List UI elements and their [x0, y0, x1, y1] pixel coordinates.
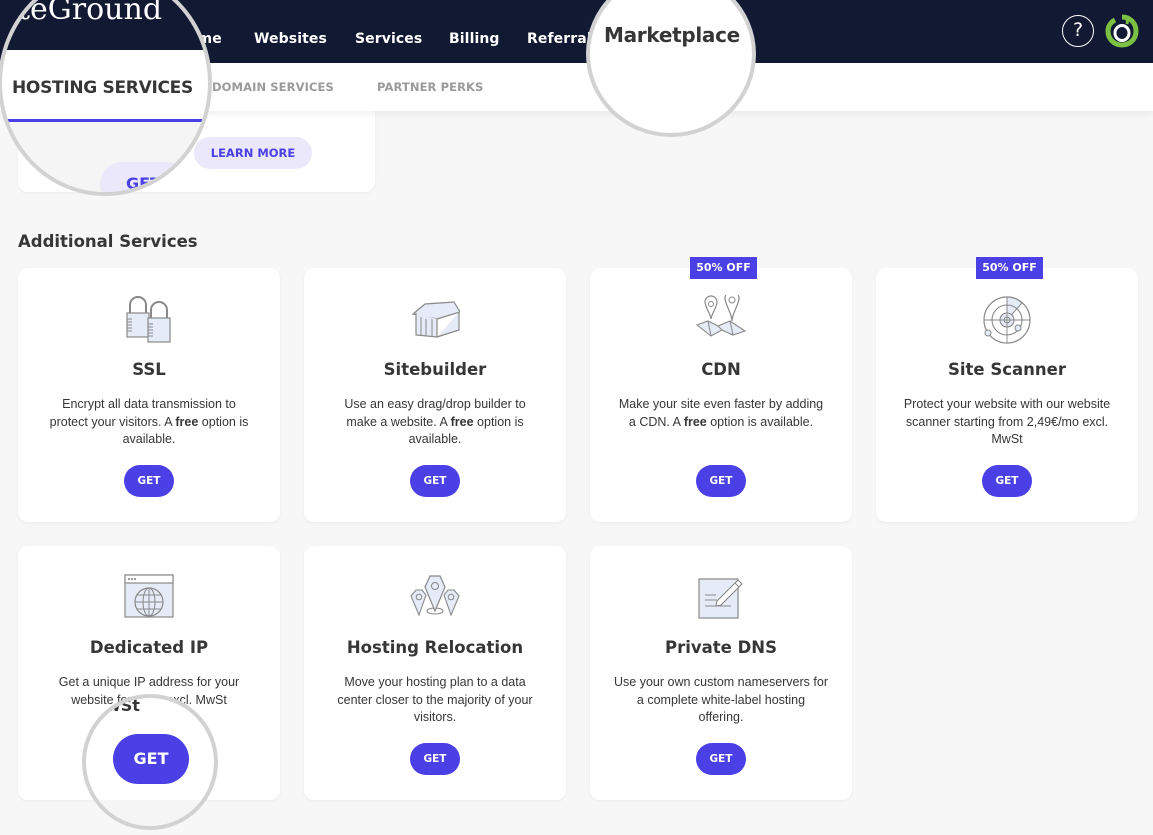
magnified-get-dedicated-ip-button[interactable]: GET [113, 734, 189, 784]
discount-badge: 50% OFF [976, 257, 1043, 279]
get-site-scanner-button[interactable]: GET [982, 465, 1032, 497]
service-description: Encrypt all data transmission to protect… [49, 397, 249, 446]
service-card-cdn: 50% OFF CDN Make your site even faster b… [590, 257, 852, 522]
nav-item-websites[interactable]: Websites [254, 31, 327, 47]
browser-globe-icon [124, 574, 174, 618]
service-card-sitebuilder: Sitebuilder Use an easy drag/drop builde… [304, 268, 566, 522]
get-cdn-button[interactable]: GET [696, 465, 746, 497]
nav-item-billing[interactable]: Billing [449, 31, 500, 47]
service-title: Sitebuilder [383, 360, 487, 379]
magnifier-overlay-dedicated-get: MwSt GET [82, 694, 218, 830]
siteground-logo-icon[interactable] [1105, 14, 1139, 48]
magnified-page-bg [86, 800, 214, 826]
location-pins-icon [410, 575, 460, 617]
service-card-ssl: SSL Encrypt all data transmission to pro… [18, 268, 280, 522]
nav-item-marketplace[interactable]: Marketplace [604, 23, 740, 47]
magnified-logo: teGround [18, 0, 163, 27]
discount-badge: 50% OFF [690, 257, 757, 279]
nav-item-services[interactable]: Services [355, 31, 422, 47]
padlocks-icon [126, 296, 171, 343]
service-description: Make your site even faster by adding a C… [618, 397, 824, 429]
service-description: Use an easy drag/drop builder to make a … [344, 397, 526, 446]
tab-partner-perks[interactable]: PARTNER PERKS [377, 80, 483, 94]
help-icon[interactable]: ? [1062, 15, 1094, 47]
service-title: SSL [132, 360, 166, 379]
service-card-hosting-relocation: Hosting Relocation Move your hosting pla… [304, 546, 566, 800]
service-description: Move your hosting plan to a data center … [337, 675, 533, 724]
map-pins-icon [696, 295, 746, 337]
service-title: CDN [701, 360, 741, 379]
service-description: Protect your website with our website sc… [903, 397, 1111, 446]
service-card-private-dns: Private DNS Use your own custom nameserv… [590, 546, 852, 800]
magnified-tab-hosting-services[interactable]: HOSTING SERVICES [12, 78, 193, 98]
tab-domain-services[interactable]: DOMAIN SERVICES [212, 80, 334, 94]
learn-more-button[interactable]: LEARN MORE [194, 137, 312, 169]
service-card-site-scanner: 50% OFF Site Scanner Protect your websit… [876, 257, 1138, 522]
get-ssl-button[interactable]: GET [124, 465, 174, 497]
magnified-get-button[interactable]: GET [100, 162, 190, 192]
service-title: Dedicated IP [89, 638, 209, 657]
section-title: Additional Services [18, 232, 198, 251]
get-hosting-relocation-button[interactable]: GET [410, 743, 460, 775]
service-title: Private DNS [665, 638, 777, 657]
service-title: Site Scanner [948, 360, 1066, 379]
magnifier-overlay-marketplace: Marketplace [586, 0, 756, 137]
magnifier-overlay-hosting-tab: teGround HOSTING SERVICES GET [0, 0, 212, 196]
edit-document-icon [698, 578, 743, 619]
service-description: Use your own custom nameservers for a co… [614, 675, 828, 724]
radar-icon [983, 296, 1031, 344]
magnified-description-fragment: MwSt [90, 696, 140, 715]
house-icon [411, 301, 460, 338]
get-private-dns-button[interactable]: GET [696, 743, 746, 775]
get-sitebuilder-button[interactable]: GET [410, 465, 460, 497]
service-title: Hosting Relocation [346, 638, 524, 657]
